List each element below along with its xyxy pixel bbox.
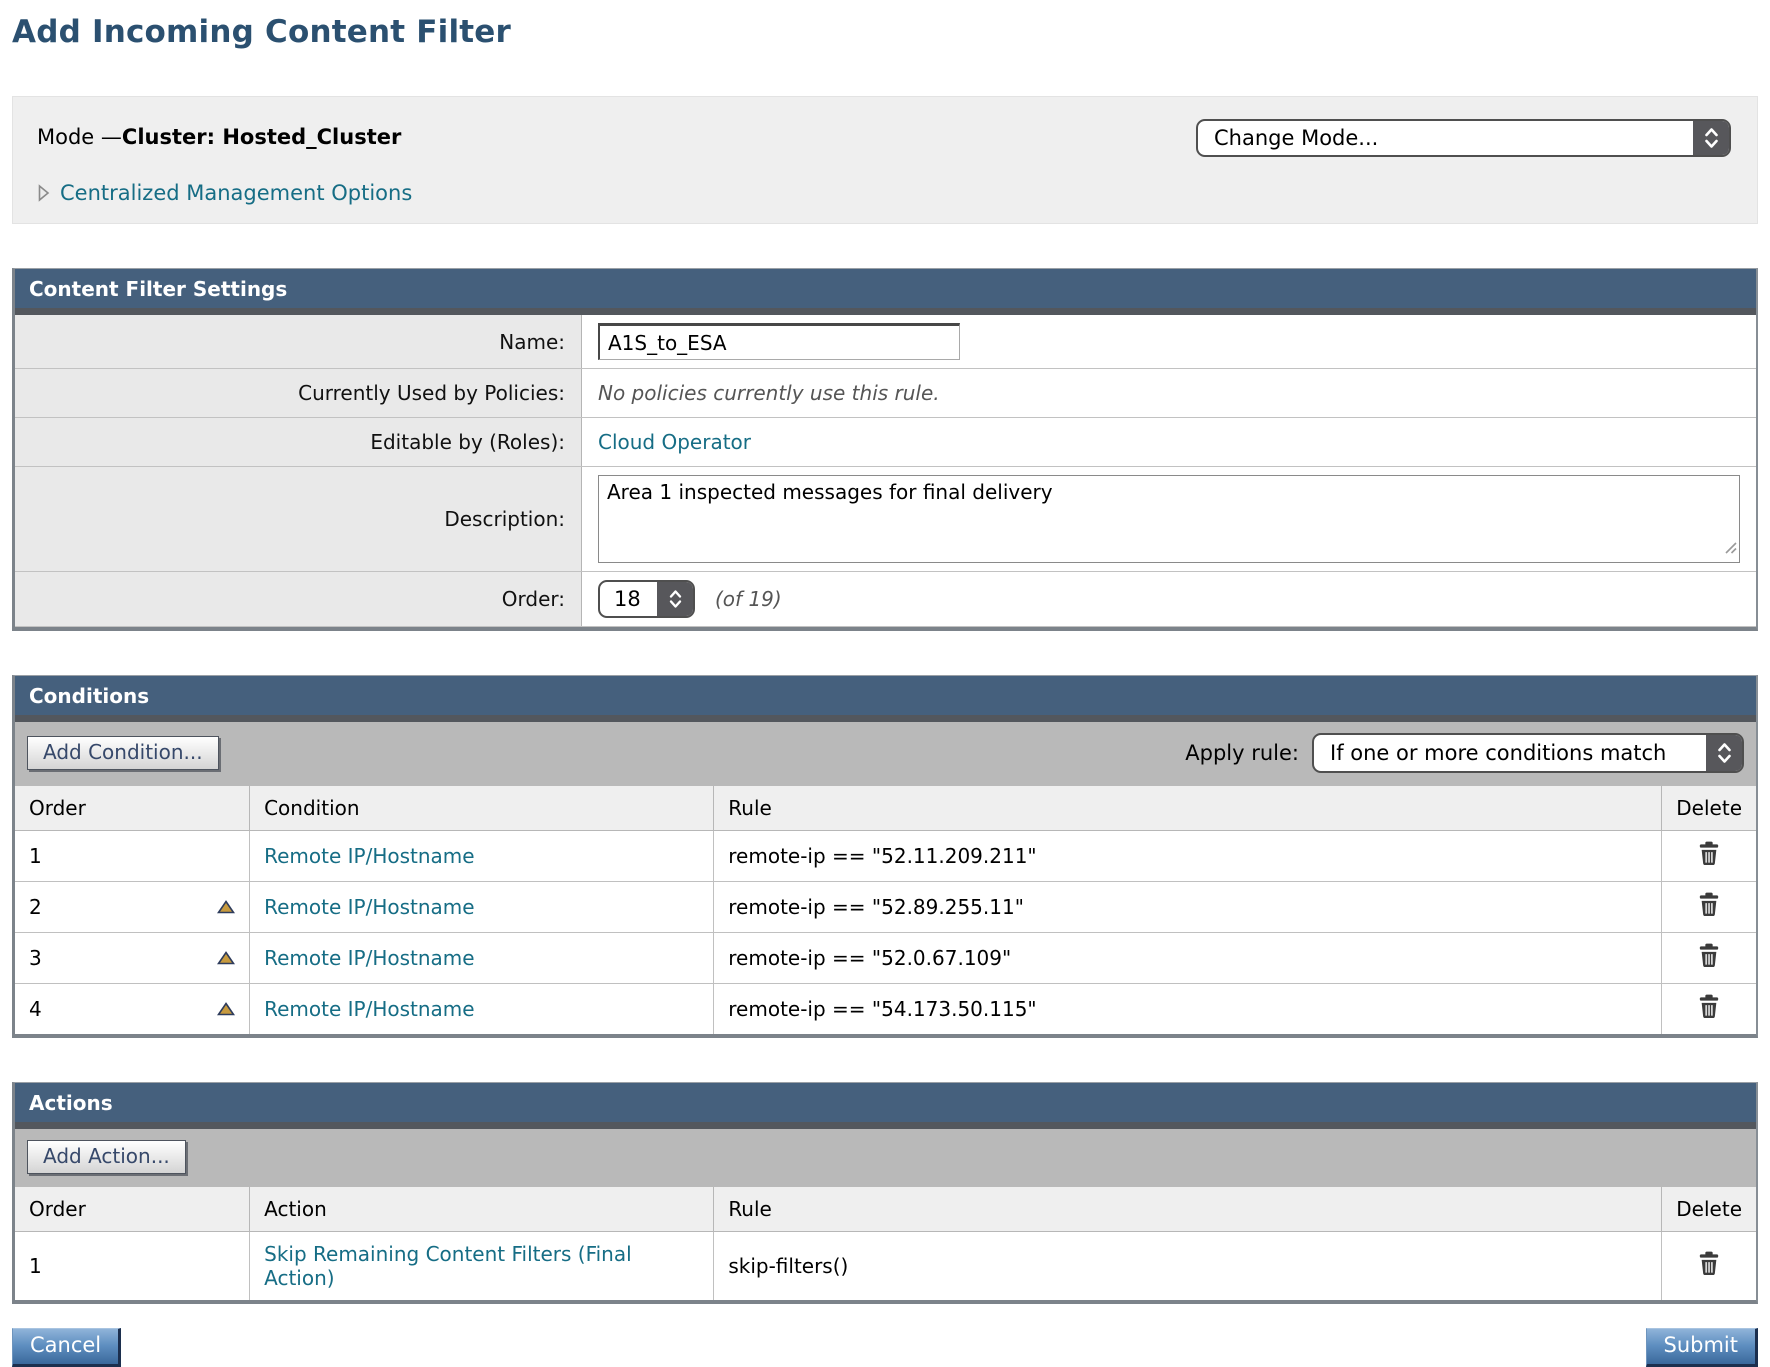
submit-button[interactable]: Submit [1646, 1328, 1759, 1367]
mode-text: Mode —Cluster: Hosted_Cluster [37, 119, 401, 149]
action-row: 1 Skip Remaining Content Filters (Final … [15, 1232, 1756, 1301]
action-order: 1 [29, 1254, 42, 1278]
mode-dash: — [101, 125, 122, 149]
condition-row: 1 Remote IP/Hostname remote-ip == "52.11… [15, 831, 1756, 882]
delete-condition-button[interactable] [1698, 892, 1720, 917]
name-label: Name: [15, 315, 582, 369]
col-action: Action [250, 1187, 714, 1232]
delete-condition-button[interactable] [1698, 841, 1720, 866]
conditions-section-header: Conditions [15, 676, 1756, 722]
expand-triangle-icon[interactable] [37, 184, 50, 202]
condition-order: 1 [29, 844, 42, 868]
move-up-icon [217, 951, 235, 965]
condition-rule: remote-ip == "54.173.50.115" [728, 997, 1036, 1021]
move-up-button[interactable] [217, 900, 235, 914]
mode-panel: Mode —Cluster: Hosted_Cluster Change Mod… [12, 96, 1758, 224]
trash-icon [1698, 994, 1720, 1019]
change-mode-select[interactable]: Change Mode... [1196, 119, 1731, 157]
mode-value: Cluster: Hosted_Cluster [122, 125, 401, 149]
settings-row-order: Order: 18 (of 19) [15, 572, 1756, 627]
select-stepper-icon [657, 582, 693, 616]
select-stepper-icon [1693, 121, 1729, 155]
settings-row-policies: Currently Used by Policies: No policies … [15, 369, 1756, 418]
condition-row: 2 Remote IP/Hostname remote-ip == "52.89… [15, 882, 1756, 933]
condition-link[interactable]: Remote IP/Hostname [264, 895, 474, 919]
settings-row-description: Description: Area 1 inspected messages f… [15, 467, 1756, 572]
move-up-icon [217, 900, 235, 914]
settings-section-header: Content Filter Settings [15, 269, 1756, 315]
condition-order: 4 [29, 997, 42, 1021]
condition-rule: remote-ip == "52.0.67.109" [728, 946, 1011, 970]
col-order: Order [15, 1187, 250, 1232]
apply-rule-selected-value: If one or more conditions match [1314, 735, 1706, 771]
mode-label: Mode [37, 125, 101, 149]
centralized-management-options-link[interactable]: Centralized Management Options [60, 181, 412, 205]
trash-icon [1698, 1251, 1720, 1276]
order-total: (of 19) [715, 587, 782, 611]
col-rule: Rule [714, 1187, 1662, 1232]
trash-icon [1698, 841, 1720, 866]
roles-label: Editable by (Roles): [15, 418, 582, 467]
condition-link[interactable]: Remote IP/Hostname [264, 844, 474, 868]
order-select[interactable]: 18 [598, 580, 695, 618]
condition-row: 3 Remote IP/Hostname remote-ip == "52.0.… [15, 933, 1756, 984]
page-title: Add Incoming Content Filter [12, 14, 1758, 50]
cancel-button[interactable]: Cancel [12, 1328, 121, 1367]
delete-condition-button[interactable] [1698, 994, 1720, 1019]
order-label: Order: [15, 572, 582, 627]
condition-rule: remote-ip == "52.89.255.11" [728, 895, 1024, 919]
conditions-section: Conditions Add Condition... Apply rule: … [12, 675, 1758, 1038]
delete-action-button[interactable] [1698, 1251, 1720, 1276]
policies-label: Currently Used by Policies: [15, 369, 582, 418]
actions-table: Order Action Rule Delete 1 Skip Remainin… [15, 1187, 1756, 1300]
conditions-header-row: Order Condition Rule Delete [15, 786, 1756, 831]
apply-rule-label: Apply rule: [1185, 741, 1299, 765]
actions-section-header: Actions [15, 1083, 1756, 1129]
actions-section: Actions Add Action... Order Action Rule … [12, 1082, 1758, 1304]
col-delete: Delete [1662, 786, 1756, 831]
action-rule: skip-filters() [728, 1254, 848, 1278]
actions-header-row: Order Action Rule Delete [15, 1187, 1756, 1232]
move-up-button[interactable] [217, 951, 235, 965]
settings-table: Name: Currently Used by Policies: No pol… [15, 315, 1756, 627]
content-filter-settings-section: Content Filter Settings Name: Currently … [12, 268, 1758, 631]
apply-rule-select[interactable]: If one or more conditions match [1312, 733, 1744, 773]
order-selected-value: 18 [600, 582, 657, 616]
resize-handle-icon[interactable] [1723, 535, 1737, 559]
condition-row: 4 Remote IP/Hostname remote-ip == "54.17… [15, 984, 1756, 1035]
policies-value: No policies currently use this rule. [598, 381, 940, 405]
settings-row-name: Name: [15, 315, 1756, 369]
col-order: Order [15, 786, 250, 831]
description-textarea[interactable]: Area 1 inspected messages for final deli… [598, 475, 1740, 563]
settings-row-roles: Editable by (Roles): Cloud Operator [15, 418, 1756, 467]
conditions-toolbar: Add Condition... Apply rule: If one or m… [15, 722, 1756, 786]
trash-icon [1698, 892, 1720, 917]
condition-rule: remote-ip == "52.11.209.211" [728, 844, 1036, 868]
trash-icon [1698, 943, 1720, 968]
conditions-table: Order Condition Rule Delete 1 Remote IP/… [15, 786, 1756, 1034]
condition-link[interactable]: Remote IP/Hostname [264, 997, 474, 1021]
footer: Cancel Submit [12, 1328, 1758, 1367]
col-condition: Condition [250, 786, 714, 831]
add-condition-button[interactable]: Add Condition... [27, 736, 219, 770]
page: Add Incoming Content Filter Mode —Cluste… [0, 0, 1770, 1367]
change-mode-selected-value: Change Mode... [1198, 121, 1693, 155]
add-action-button[interactable]: Add Action... [27, 1140, 186, 1174]
condition-link[interactable]: Remote IP/Hostname [264, 946, 474, 970]
col-rule: Rule [714, 786, 1662, 831]
cloud-operator-link[interactable]: Cloud Operator [598, 430, 751, 454]
action-link[interactable]: Skip Remaining Content Filters (Final Ac… [264, 1242, 632, 1290]
col-delete: Delete [1662, 1187, 1756, 1232]
move-up-icon [217, 1002, 235, 1016]
name-input[interactable] [598, 323, 960, 360]
move-up-button[interactable] [217, 1002, 235, 1016]
actions-toolbar: Add Action... [15, 1129, 1756, 1187]
delete-condition-button[interactable] [1698, 943, 1720, 968]
condition-order: 2 [29, 895, 42, 919]
condition-order: 3 [29, 946, 42, 970]
select-stepper-icon [1706, 735, 1742, 771]
description-label: Description: [15, 467, 582, 572]
